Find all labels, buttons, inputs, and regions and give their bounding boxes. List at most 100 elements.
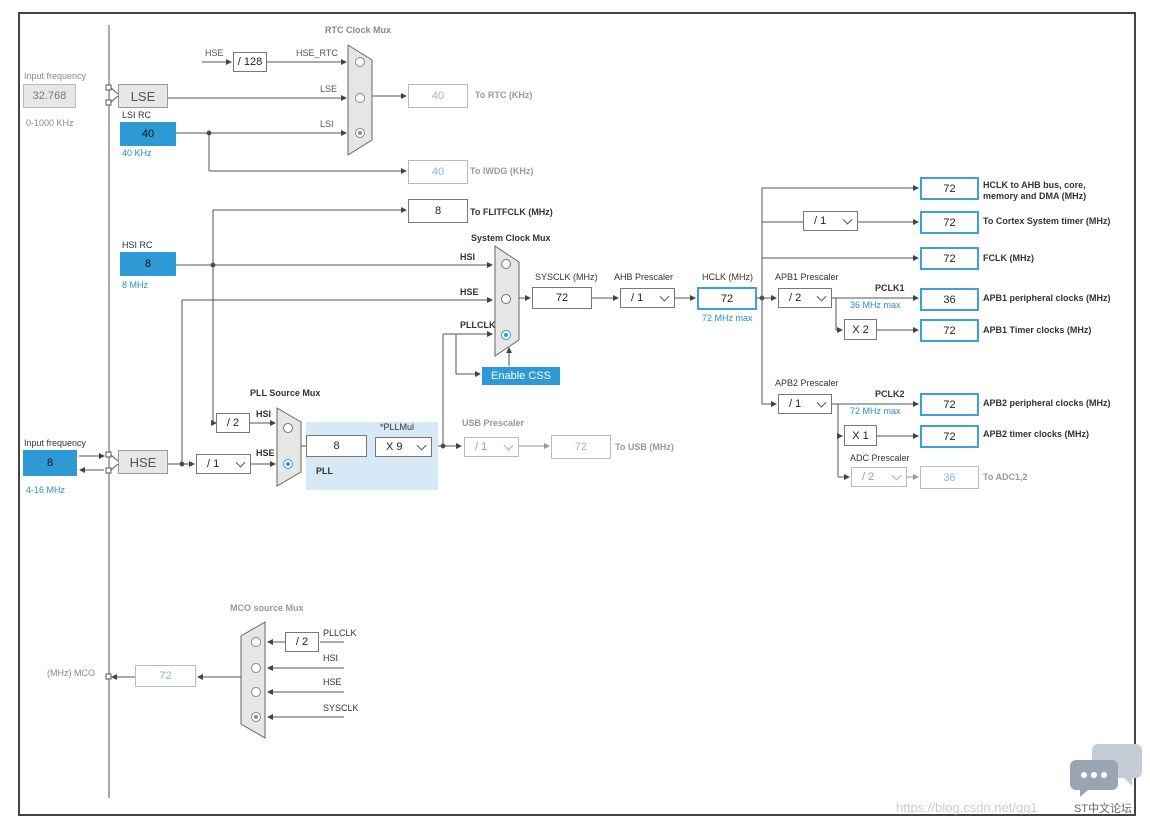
chevron-down-icon bbox=[816, 291, 827, 302]
mco-radio-sysclk[interactable] bbox=[251, 712, 261, 722]
iwdg-output-label: To IWDG (KHz) bbox=[470, 166, 534, 176]
mco-value: 72 bbox=[135, 665, 196, 687]
apb1-periph-label: APB1 peripheral clocks (MHz) bbox=[983, 293, 1111, 303]
mco-hse-label: HSE bbox=[323, 677, 342, 687]
rtc-output-label: To RTC (KHz) bbox=[475, 90, 533, 100]
pll-label: PLL bbox=[316, 466, 333, 476]
mco-mux-title: MCO source Mux bbox=[230, 603, 304, 613]
usb-prescaler-label: USB Prescaler bbox=[462, 418, 525, 428]
sys-mux-hse: HSE bbox=[460, 287, 479, 297]
sys-mux-pllclk: PLLCLK bbox=[460, 320, 496, 330]
apb1-timer-value: 72 bbox=[920, 319, 979, 342]
pclk2-max: 72 MHz max bbox=[850, 406, 901, 416]
adc-output-label: To ADC1,2 bbox=[983, 472, 1028, 482]
rtc-output: 40 bbox=[408, 84, 468, 108]
hse-range: 4-16 MHz bbox=[26, 485, 66, 495]
hse-input-field[interactable]: 8 bbox=[23, 450, 77, 476]
watermark: https://blog.csdn.net/qq1 bbox=[896, 800, 1038, 815]
hse-prediv-select[interactable]: / 1 bbox=[196, 454, 251, 474]
pll-radio-hsi[interactable] bbox=[283, 423, 293, 433]
hclk-input[interactable]: 72 bbox=[697, 287, 757, 310]
rtc-lsi-label: LSI bbox=[320, 119, 334, 129]
mco-hsi-label: HSI bbox=[323, 653, 339, 663]
sys-radio-hsi[interactable] bbox=[501, 259, 511, 269]
apb2-periph-value: 72 bbox=[920, 393, 979, 416]
lsi-freq: 40 KHz bbox=[122, 148, 152, 158]
mco-radio-hsi[interactable] bbox=[251, 663, 261, 673]
pll-input-value: 8 bbox=[306, 435, 367, 457]
pclk2-label: PCLK2 bbox=[875, 389, 905, 399]
usb-output-label: To USB (MHz) bbox=[615, 442, 674, 452]
fclk-value: 72 bbox=[920, 247, 979, 270]
lse-block: LSE bbox=[118, 84, 168, 108]
mco-pllclk-label: PLLCLK bbox=[323, 628, 357, 638]
chat-bubble-icon[interactable] bbox=[1070, 742, 1142, 798]
ahb-prescaler-value: / 1 bbox=[631, 292, 644, 304]
ahb-prescaler-select[interactable]: / 1 bbox=[620, 288, 675, 308]
pll-src-hsi: HSI bbox=[256, 409, 272, 419]
lsi-rc-label: LSI RC bbox=[122, 110, 152, 120]
lse-input-field[interactable]: 32.768 bbox=[23, 84, 76, 108]
rtc-radio-lse[interactable] bbox=[355, 93, 365, 103]
hsi-rc-label: HSI RC bbox=[122, 240, 153, 250]
hsi-freq: 8 MHz bbox=[122, 280, 149, 290]
pclk1-max: 36 MHz max bbox=[850, 300, 901, 310]
sys-radio-pllclk[interactable] bbox=[501, 330, 511, 340]
mco-radio-pllclk[interactable] bbox=[251, 637, 261, 647]
apb2-periph-label: APB2 peripheral clocks (MHz) bbox=[983, 398, 1111, 408]
apb2-timer-value: 72 bbox=[920, 425, 979, 448]
flitfclk-output: 8 bbox=[408, 199, 468, 223]
enable-css-button[interactable]: Enable CSS bbox=[482, 367, 560, 385]
hclk-max: 72 MHz max bbox=[702, 313, 753, 323]
rtc-radio-hse[interactable] bbox=[355, 57, 365, 67]
fclk-label: FCLK (MHz) bbox=[983, 253, 1034, 263]
cortex-div-select[interactable]: / 1 bbox=[803, 211, 858, 231]
sys-mux-title: System Clock Mux bbox=[471, 233, 551, 243]
adc-prescaler-select[interactable]: / 2 bbox=[851, 467, 907, 487]
hclk-ahb-label: HCLK to AHB bus, core, memory and DMA (M… bbox=[983, 180, 1087, 201]
pll-radio-hse[interactable] bbox=[283, 459, 293, 469]
chevron-down-icon bbox=[503, 440, 514, 451]
pll-mul-select[interactable]: X 9 bbox=[375, 437, 432, 457]
apb1-prescaler-select[interactable]: / 2 bbox=[778, 288, 832, 308]
flitfclk-label: To FLITFCLK (MHz) bbox=[470, 207, 553, 217]
mco-radio-hse[interactable] bbox=[251, 687, 261, 697]
usb-prescaler-select[interactable]: / 1 bbox=[464, 437, 519, 457]
hse-block: HSE bbox=[118, 450, 168, 474]
cortex-div-value: / 1 bbox=[814, 215, 827, 227]
hse-prediv-value: / 1 bbox=[207, 458, 220, 470]
apb2-prescaler-select[interactable]: / 1 bbox=[778, 394, 832, 414]
chevron-down-icon bbox=[816, 397, 827, 408]
mco-pll-div: / 2 bbox=[285, 632, 319, 652]
apb1-timer-mul: X 2 bbox=[844, 319, 877, 340]
sysclk-value: 72 bbox=[532, 287, 592, 309]
cortex-timer-label: To Cortex System timer (MHz) bbox=[983, 216, 1111, 226]
rtc-mux-title: RTC Clock Mux bbox=[325, 25, 392, 35]
hclk-ahb-value: 72 bbox=[920, 177, 979, 200]
adc-prescaler-value: / 2 bbox=[862, 471, 875, 483]
rtc-hse-rtc-label: HSE_RTC bbox=[296, 48, 338, 58]
lse-input-label: Input frequency bbox=[24, 71, 87, 81]
apb1-prescaler-label: APB1 Prescaler bbox=[775, 272, 839, 282]
usb-output: 72 bbox=[551, 435, 611, 459]
lsi-rc-block: 40 bbox=[120, 122, 176, 146]
apb1-prescaler-value: / 2 bbox=[789, 292, 802, 304]
pll-src-hse: HSE bbox=[256, 448, 275, 458]
rtc-radio-lsi[interactable] bbox=[355, 128, 365, 138]
chat-label: ST中文论坛 bbox=[1074, 803, 1133, 815]
chevron-down-icon bbox=[891, 470, 902, 481]
chevron-down-icon bbox=[416, 440, 427, 451]
hclk-label: HCLK (MHz) bbox=[702, 272, 753, 282]
mco-sysclk-label: SYSCLK bbox=[323, 703, 359, 713]
adc-prescaler-label: ADC Prescaler bbox=[850, 453, 910, 463]
apb2-timer-label: APB2 timer clocks (MHz) bbox=[983, 429, 1090, 439]
adc-output: 36 bbox=[920, 466, 979, 489]
pll-source-mux-title: PLL Source Mux bbox=[250, 388, 321, 398]
hsi-rc-block: 8 bbox=[120, 252, 176, 276]
pclk1-label: PCLK1 bbox=[875, 283, 905, 293]
rtc-lse-label: LSE bbox=[320, 84, 338, 94]
hse-input-label: Input frequency bbox=[24, 438, 87, 448]
cortex-timer-value: 72 bbox=[920, 211, 979, 234]
sys-radio-hse[interactable] bbox=[501, 294, 511, 304]
sys-mux-hsi: HSI bbox=[460, 252, 476, 262]
